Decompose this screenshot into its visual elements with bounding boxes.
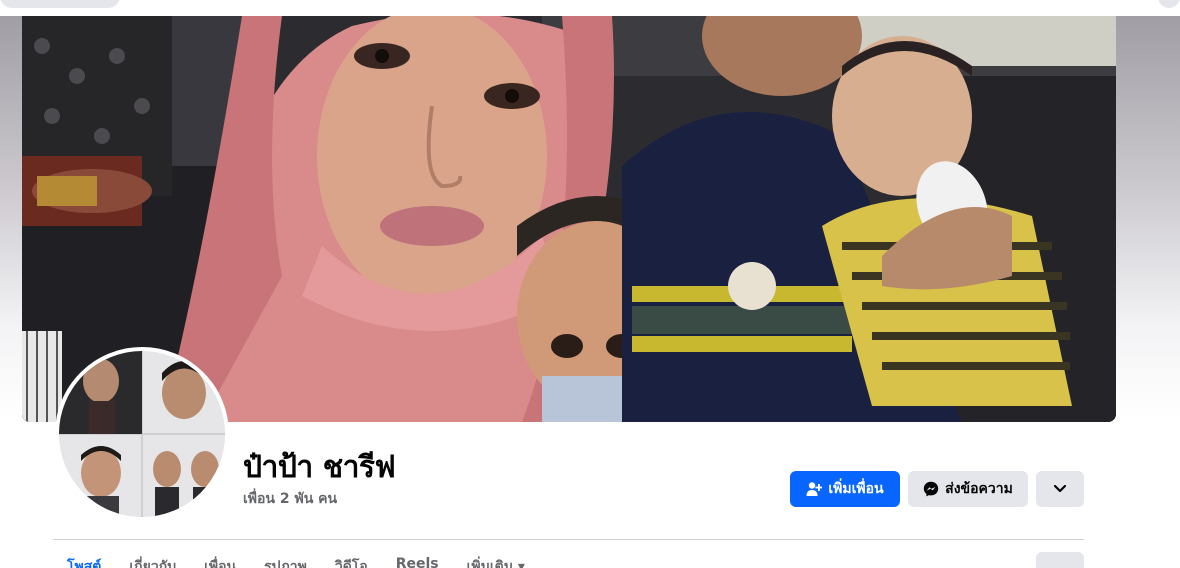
profile-name: ป๋าป้า ชารีฟ — [243, 450, 396, 485]
avatar-image — [59, 351, 225, 517]
tab-reels[interactable]: Reels — [382, 556, 453, 568]
tab-more[interactable]: เพิ่มเติม ▾ — [453, 556, 539, 568]
tab-videos[interactable]: วิดีโอ — [321, 556, 382, 568]
person-add-icon — [806, 481, 823, 497]
account-button[interactable] — [1158, 0, 1180, 8]
tabs-more-button[interactable] — [1036, 552, 1084, 568]
message-label: ส่งข้อความ — [945, 481, 1013, 497]
add-friend-label: เพิ่มเพื่อน — [828, 481, 884, 497]
friend-count[interactable]: เพื่อน 2 พัน คน — [243, 488, 337, 510]
profile-picture[interactable] — [55, 347, 229, 521]
more-options-button[interactable] — [1036, 471, 1084, 507]
profile-tabs: โพสต์ เกี่ยวกับ เพื่อน รูปภาพ วิดีโอ Ree… — [53, 556, 539, 568]
section-divider — [53, 539, 1084, 540]
tab-friends[interactable]: เพื่อน — [190, 556, 250, 568]
tab-posts[interactable]: โพสต์ — [53, 556, 115, 568]
tab-about[interactable]: เกี่ยวกับ — [115, 556, 190, 568]
chevron-down-icon — [1053, 481, 1067, 497]
search-bar[interactable] — [0, 0, 120, 8]
message-button[interactable]: ส่งข้อความ — [908, 471, 1028, 507]
add-friend-button[interactable]: เพิ่มเพื่อน — [790, 471, 900, 507]
tab-photos[interactable]: รูปภาพ — [250, 556, 321, 568]
messenger-icon — [923, 481, 939, 497]
top-navigation-bar — [0, 0, 1180, 16]
